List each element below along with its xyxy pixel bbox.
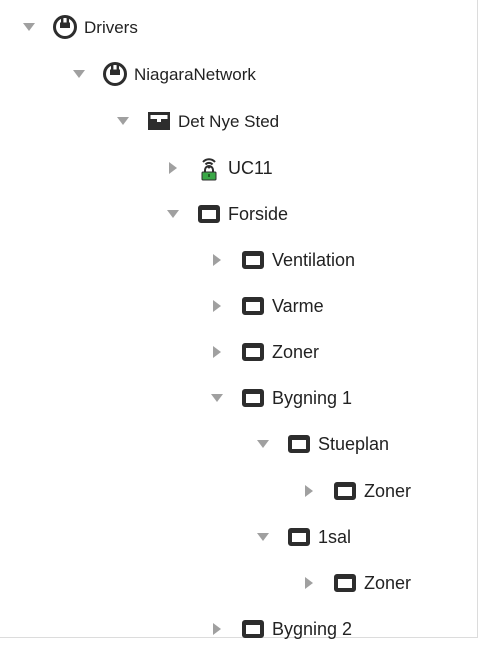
expand-toggle-down-icon[interactable] — [20, 18, 38, 36]
tree-node-label: Varme — [272, 296, 324, 316]
expand-toggle-right-icon[interactable] — [208, 297, 226, 315]
tree-node-bygning-2[interactable]: Bygning 2 — [208, 612, 352, 646]
expand-toggle-right-icon[interactable] — [208, 343, 226, 361]
folder-icon — [240, 293, 266, 319]
expand-toggle-right-icon[interactable] — [164, 159, 182, 177]
network-icon — [102, 61, 128, 87]
folder-icon — [240, 247, 266, 273]
folder-icon — [240, 339, 266, 365]
tree-node-label: Det Nye Sted — [178, 111, 280, 131]
folder-icon — [332, 570, 358, 596]
tree-node-label: Forside — [228, 204, 289, 224]
tree-node-label: Bygning 2 — [272, 619, 353, 639]
tree-node-1sal-zoner[interactable]: Zoner — [300, 566, 411, 600]
tree-node-label: Zoner — [272, 342, 320, 362]
tree-node-ventilation[interactable]: Ventilation — [208, 243, 355, 277]
tree-node-uc11[interactable]: UC11 — [164, 151, 273, 185]
tree-node-label: NiagaraNetwork — [134, 64, 256, 84]
tree-node-label: Bygning 1 — [272, 388, 353, 408]
expand-toggle-down-icon[interactable] — [208, 389, 226, 407]
expand-toggle-down-icon[interactable] — [164, 205, 182, 223]
folder-icon — [196, 201, 222, 227]
tree-node-label: Ventilation — [272, 250, 356, 270]
tree-node-label: Zoner — [364, 573, 412, 593]
device-lock-icon — [196, 155, 222, 181]
expand-toggle-right-icon[interactable] — [300, 574, 318, 592]
expand-toggle-right-icon[interactable] — [208, 620, 226, 638]
tree-node-zoner[interactable]: Zoner — [208, 335, 319, 369]
folder-icon — [286, 524, 312, 550]
navigation-tree: Drivers NiagaraNetwork Det Nye Sted UC11… — [0, 0, 478, 638]
expand-toggle-right-icon[interactable] — [208, 251, 226, 269]
tree-node-label: UC11 — [228, 158, 273, 178]
folder-icon — [240, 385, 266, 411]
tree-node-niagara-network[interactable]: NiagaraNetwork — [70, 57, 256, 91]
drivers-icon — [52, 14, 78, 40]
tree-node-drivers[interactable]: Drivers — [20, 10, 138, 44]
tree-node-stueplan[interactable]: Stueplan — [254, 427, 389, 461]
expand-toggle-right-icon[interactable] — [300, 482, 318, 500]
expand-toggle-down-icon[interactable] — [70, 65, 88, 83]
expand-toggle-down-icon[interactable] — [254, 435, 272, 453]
tree-node-forside[interactable]: Forside — [164, 197, 288, 231]
expand-toggle-down-icon[interactable] — [114, 112, 132, 130]
tree-node-label: Zoner — [364, 481, 412, 501]
folder-icon — [286, 431, 312, 457]
folder-icon — [332, 478, 358, 504]
station-icon — [146, 108, 172, 134]
tree-node-stueplan-zoner[interactable]: Zoner — [300, 474, 411, 508]
tree-node-label: Stueplan — [318, 434, 390, 454]
expand-toggle-down-icon[interactable] — [254, 528, 272, 546]
folder-icon — [240, 616, 266, 642]
tree-node-label: Drivers — [84, 17, 138, 37]
tree-node-varme[interactable]: Varme — [208, 289, 324, 323]
tree-node-label: 1sal — [318, 527, 352, 547]
tree-node-det-nye-sted[interactable]: Det Nye Sted — [114, 104, 279, 138]
tree-node-bygning-1[interactable]: Bygning 1 — [208, 381, 352, 415]
tree-node-1sal[interactable]: 1sal — [254, 520, 351, 554]
